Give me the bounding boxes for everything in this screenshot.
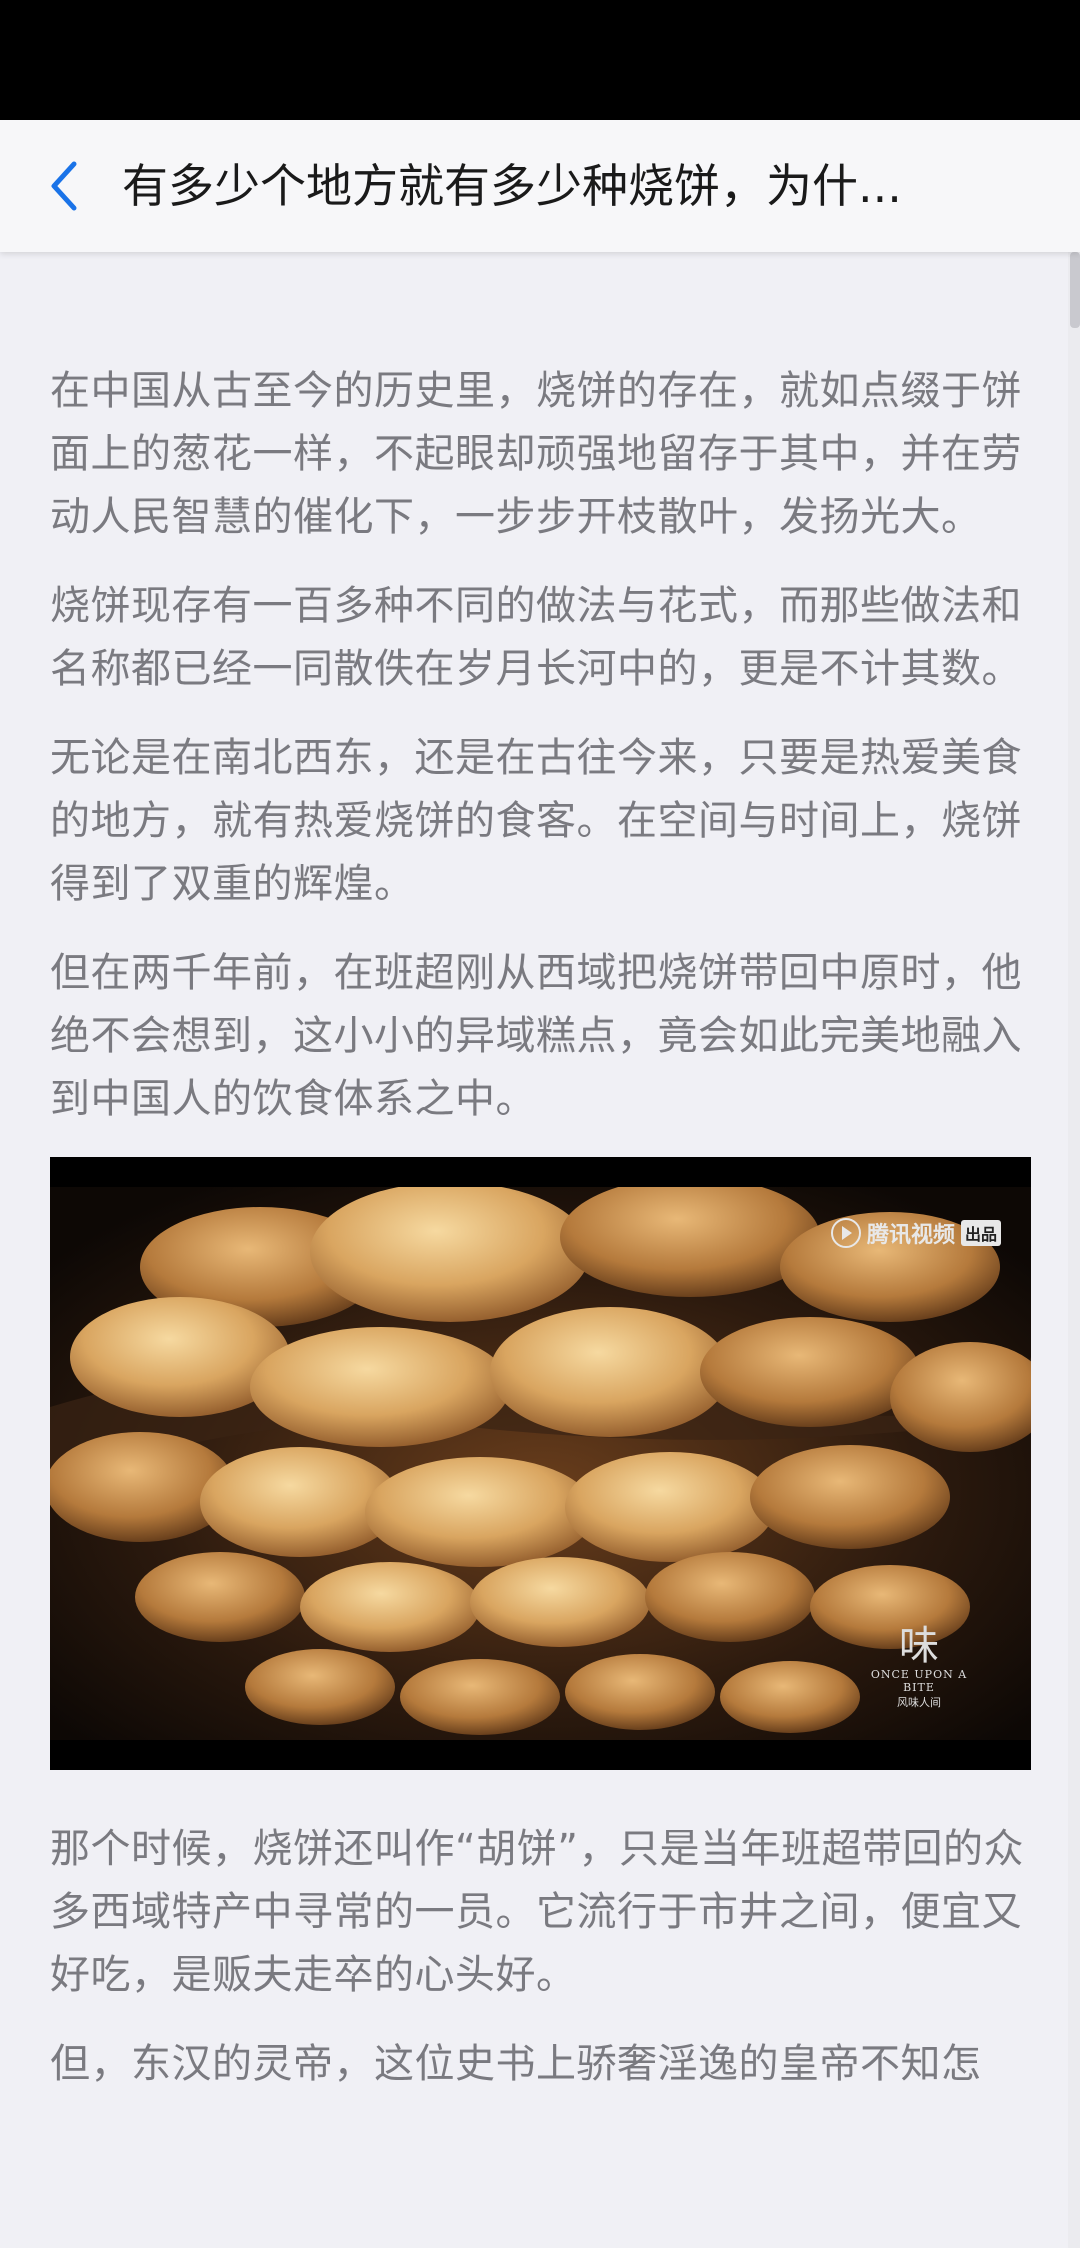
scrollbar[interactable] [1068,252,1080,2248]
play-logo-icon [830,1218,861,1248]
chevron-left-icon [51,161,77,211]
series-title-cn: 风味人间 [897,1696,941,1709]
scrollbar-thumb[interactable] [1070,252,1080,328]
tencent-video-watermark: 腾讯视频 出品 [830,1217,1001,1249]
series-title-en: ONCE UPON A BITE [870,1668,968,1694]
back-button[interactable] [34,150,94,222]
page-title: 有多少个地方就有多少种烧饼，为什... [122,159,902,213]
article-paragraph: 但，东汉的灵帝，这位史书上骄奢淫逸的皇帝不知怎 [50,2041,982,2087]
series-logo: 味 [899,1623,939,1669]
watermark-brand: 腾讯视频 [866,1223,955,1248]
article-image-shaobing[interactable]: 腾讯视频 出品 味 ONCE UPON A BITE 风味人间 [50,1157,1031,1770]
article-paragraph: 但在两千年前，在班超刚从西域把烧饼带回中原时，他绝不会想到，这小小的异域糕点，竟… [50,950,1022,1122]
status-bar [0,0,1080,120]
series-watermark: 味 ONCE UPON A BITE 风味人间 [859,1624,979,1710]
watermark-badge: 出品 [960,1220,1001,1246]
article-paragraph: 在中国从古至今的历史里，烧饼的存在，就如点缀于饼面上的葱花一样，不起眼却顽强地留… [50,368,1022,540]
article-paragraph: 无论是在南北西东，还是在古往今来，只要是热爱美食的地方，就有热爱烧饼的食客。在空… [50,735,1022,907]
article-body: 在中国从古至今的历史里，烧饼的存在，就如点缀于饼面上的葱花一样，不起眼却顽强地留… [50,360,1034,2122]
article-paragraph: 烧饼现存有一百多种不同的做法与花式，而那些做法和名称都已经一同散佚在岁月长河中的… [50,583,1022,692]
article-paragraph: 那个时候，烧饼还叫作“胡饼”，只是当年班超带回的众多西域特产中寻常的一员。它流行… [50,1826,1024,1998]
navigation-bar: 有多少个地方就有多少种烧饼，为什... [0,120,1080,252]
